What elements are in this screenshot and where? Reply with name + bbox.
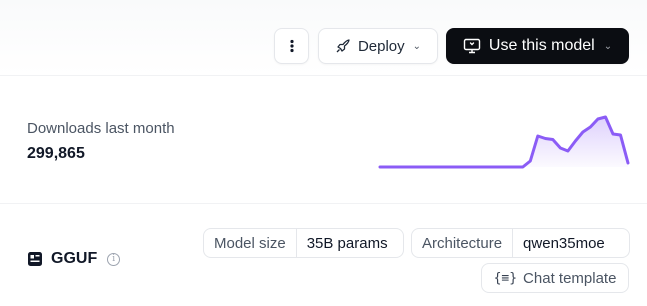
gguf-label: GGUF [51, 250, 98, 267]
chevron-down-icon: ⌄ [603, 40, 613, 52]
architecture-pill: Architecture qwen35moe [411, 228, 630, 258]
section-divider [0, 203, 647, 204]
use-this-model-button[interactable]: Use this model ⌄ [446, 28, 629, 64]
vertical-dots-icon [289, 39, 294, 53]
chat-template-label: Chat template [523, 269, 617, 287]
deploy-button[interactable]: Deploy ⌄ [318, 28, 438, 64]
downloads-value: 299,865 [27, 145, 85, 162]
info-icon[interactable]: i [107, 252, 121, 266]
model-size-value: 35B params [306, 234, 388, 252]
code-braces-icon: {≡} [493, 270, 518, 286]
downloads-label: Downloads last month [27, 120, 175, 137]
rocket-icon [336, 39, 350, 53]
use-this-model-label: Use this model [488, 37, 595, 54]
monitor-icon [463, 38, 481, 54]
gguf-section: GGUF i [27, 250, 121, 268]
architecture-key: Architecture [412, 229, 514, 257]
gguf-icon [28, 252, 42, 266]
more-options-button[interactable] [274, 28, 309, 64]
model-size-pill: Model size 35B params [203, 228, 404, 258]
chevron-down-icon: ⌄ [412, 40, 422, 52]
deploy-label: Deploy [357, 37, 405, 55]
header-bar: Deploy ⌄ Use this model ⌄ [0, 0, 647, 76]
model-size-key: Model size [204, 229, 297, 257]
architecture-value: qwen35moe [523, 234, 605, 252]
downloads-sparkline [378, 115, 630, 169]
chat-template-button[interactable]: {≡} Chat template [481, 263, 629, 293]
